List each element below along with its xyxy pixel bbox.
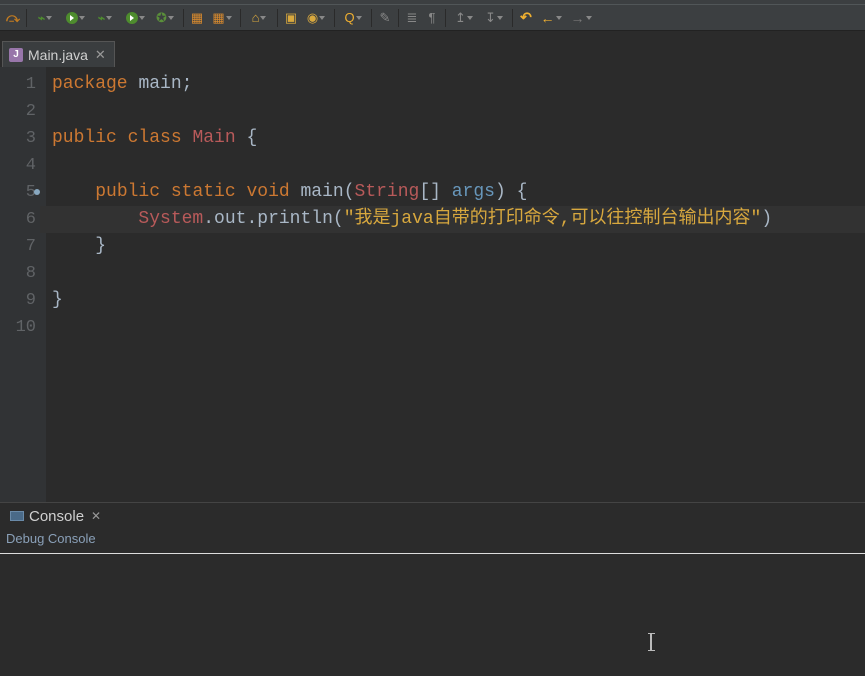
editor-area: J Main.java ✕ 12345678910 package main;p… [0,31,865,502]
console-tab-bar: Console ✕ [0,503,865,529]
toolbar-separator [26,9,27,27]
debug-icon[interactable]: ⌁ [31,9,59,27]
editor-tab-main-java[interactable]: J Main.java ✕ [2,41,115,67]
line-number: 9 [0,287,36,314]
coverage-icon[interactable] [121,9,149,27]
toolbar-separator [183,9,184,27]
toolbar-separator [512,9,513,27]
toolbar-separator [371,9,372,27]
debug2-icon[interactable]: ⌁ [91,9,119,27]
toolbar-separator [277,9,278,27]
run-icon[interactable] [61,9,89,27]
line-number: 10 [0,314,36,341]
line-number: 6 [0,206,36,233]
line-number: 2 [0,98,36,125]
close-tab-icon[interactable]: ✕ [95,47,106,63]
pilcrow-icon[interactable]: ¶ [423,9,441,27]
search-icon[interactable]: Q [339,9,367,27]
line-number: 8 [0,260,36,287]
override-marker-icon [34,189,40,195]
line-number: 7 [0,233,36,260]
editor-tab-bar: J Main.java ✕ [0,39,865,67]
code-line[interactable] [52,98,865,125]
close-console-icon[interactable]: ✕ [91,509,101,523]
code-line[interactable]: public static void main(String[] args) { [52,179,865,206]
main-toolbar: ⤼ ⌁ ⌁ ✪ ▦▦ ⌂ ▣◉ Q ✎ ≣¶ ↥↧ ↶←→ [0,5,865,31]
line-number: 1 [0,71,36,98]
back-icon[interactable]: ← [537,9,565,27]
text-cursor-icon [650,634,652,650]
build2-icon[interactable]: ▦ [208,9,236,27]
pencil-icon[interactable]: ✎ [376,9,394,27]
console-icon [10,511,24,521]
tab-filename: Main.java [28,47,88,63]
code-line[interactable]: } [52,233,865,260]
console-subheader: Debug Console [0,529,865,551]
new-class-icon[interactable]: ◉ [302,9,330,27]
code-line[interactable]: System.out.println("我是java自带的打印命令,可以往控制台… [52,206,865,233]
line-number: 5 [0,179,36,206]
last-edit-icon[interactable]: ↶ [517,9,535,27]
code-editor[interactable]: 12345678910 package main; public class Ma… [0,67,865,502]
code-line[interactable]: } [52,287,865,314]
code-content[interactable]: package main; public class Main { public … [46,67,865,502]
line-number-gutter: 12345678910 [0,67,46,502]
skip-breakpoints-icon[interactable]: ⤼ [4,9,22,27]
console-output[interactable] [0,554,865,676]
open-type-icon[interactable]: ⌂ [245,9,273,27]
toggle1-icon[interactable]: ≣ [403,9,421,27]
code-line[interactable] [52,314,865,341]
profile-icon[interactable]: ✪ [151,9,179,27]
code-line[interactable] [52,152,865,179]
build-icon[interactable]: ▦ [188,9,206,27]
toolbar-separator [334,9,335,27]
line-number: 4 [0,152,36,179]
export-icon[interactable]: ↥ [450,9,478,27]
forward-icon[interactable]: → [567,9,595,27]
console-tab[interactable]: Console ✕ [4,506,107,527]
java-file-icon: J [9,48,23,62]
console-panel: Console ✕ Debug Console [0,502,865,676]
toolbar-separator [398,9,399,27]
code-line[interactable] [52,260,865,287]
toolbar-separator [445,9,446,27]
line-number: 3 [0,125,36,152]
import-icon[interactable]: ↧ [480,9,508,27]
code-line[interactable]: public class Main { [52,125,865,152]
toolbar-separator [240,9,241,27]
console-tab-label: Console [29,508,84,525]
code-line[interactable]: package main; [52,71,865,98]
new-package-icon[interactable]: ▣ [282,9,300,27]
